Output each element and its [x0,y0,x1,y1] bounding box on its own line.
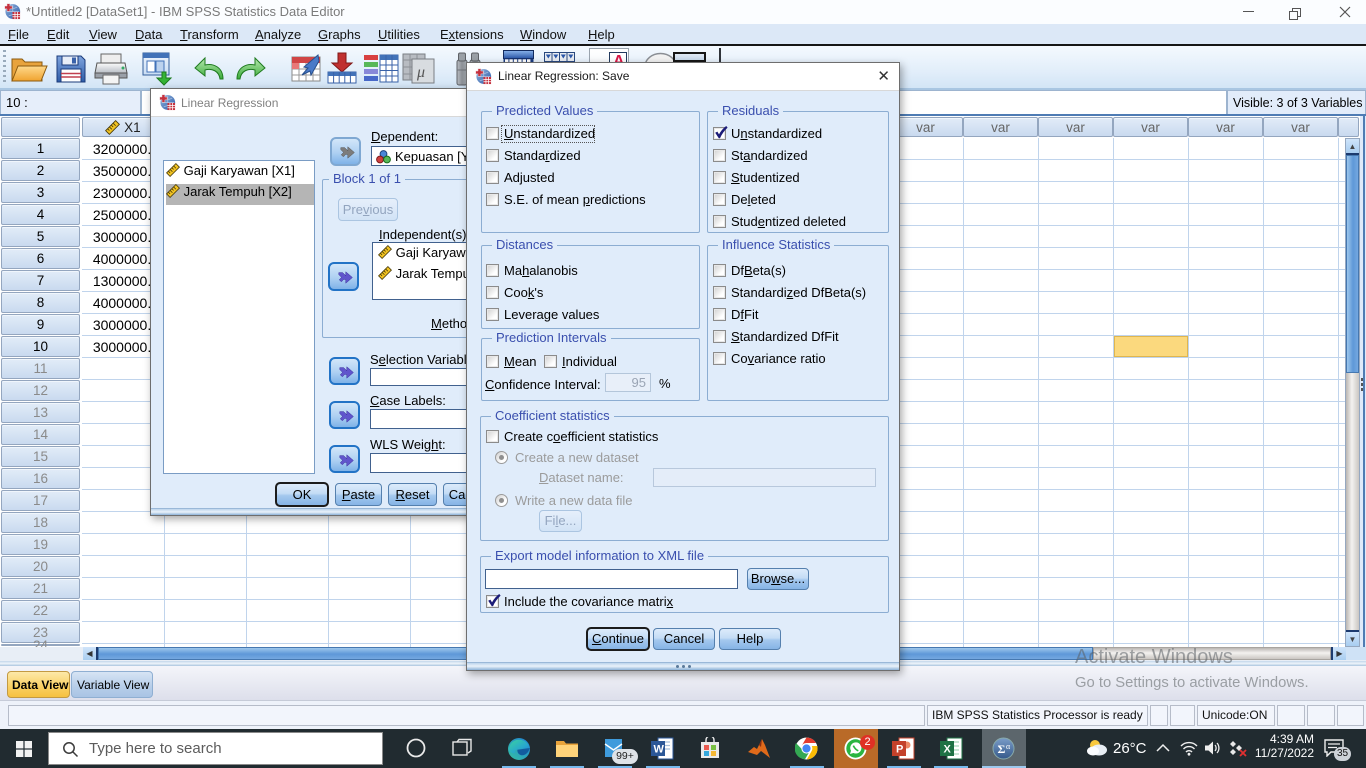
svg-text:W: W [654,744,665,756]
svg-text:Σ: Σ [998,742,1006,756]
svg-text:X: X [944,744,952,756]
svg-text:P: P [896,744,903,756]
svg-text:μ: μ [416,64,425,81]
